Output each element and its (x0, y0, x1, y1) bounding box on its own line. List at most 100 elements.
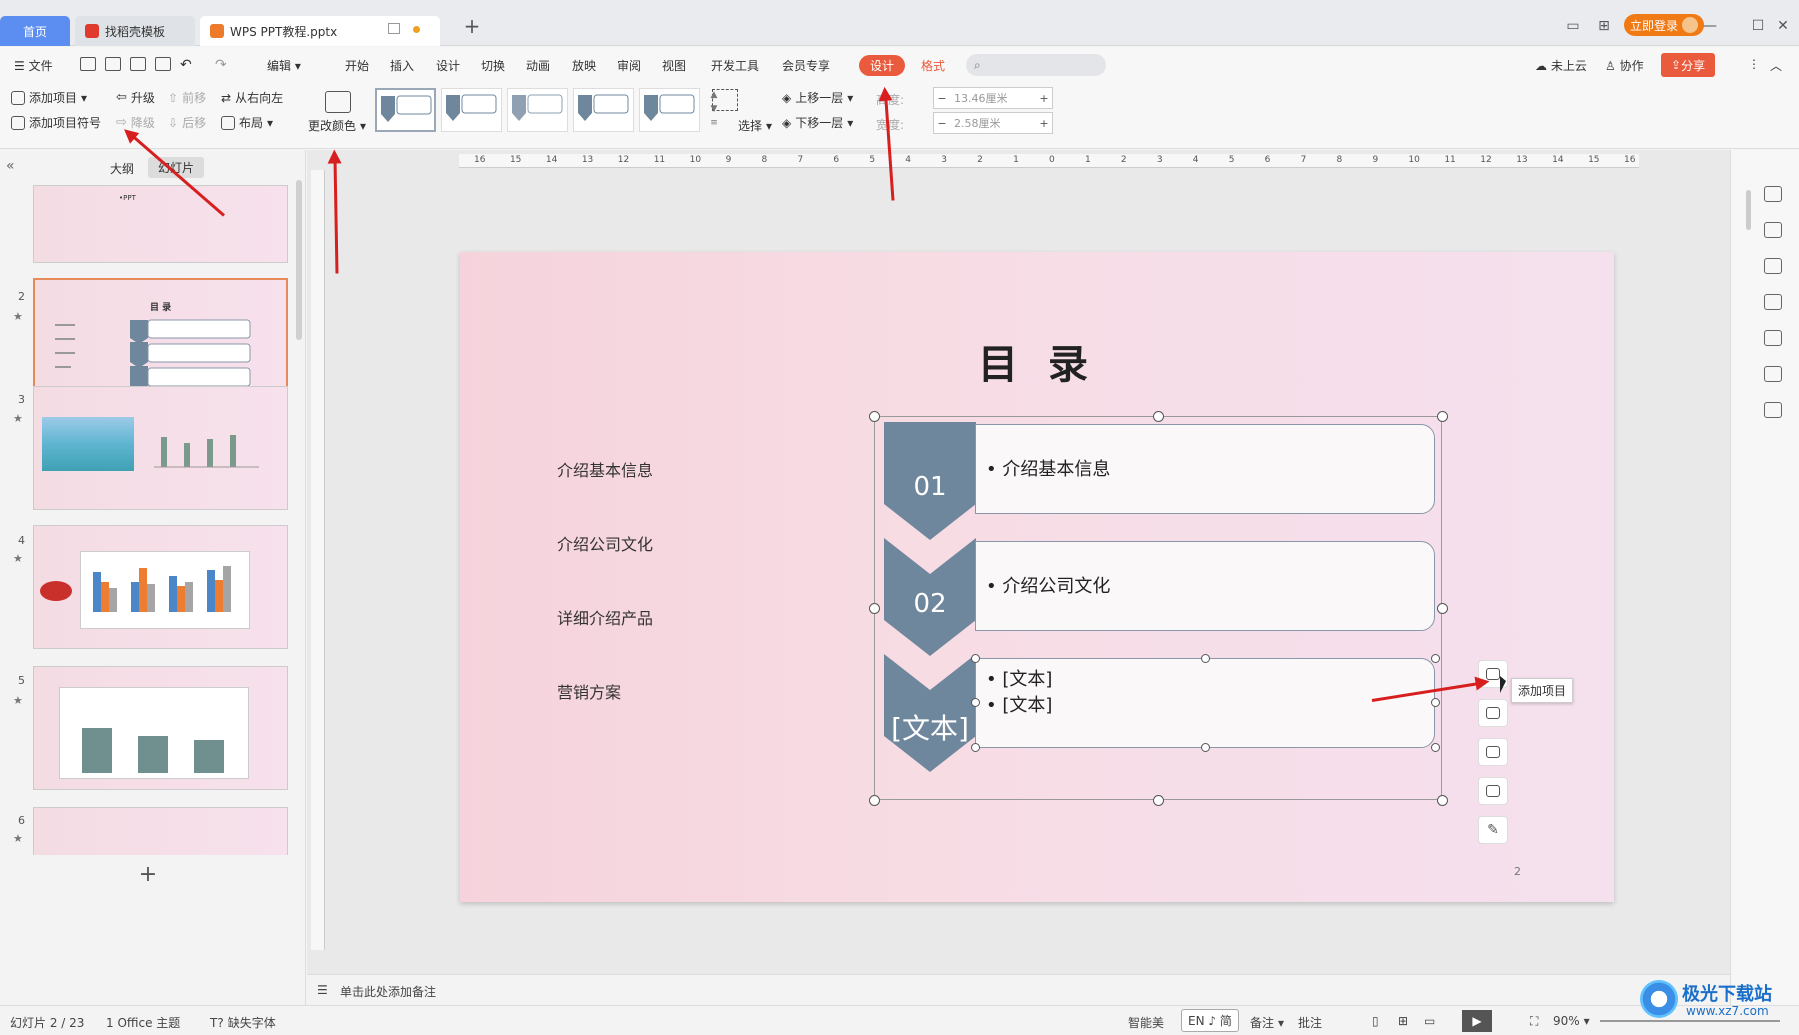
bring-forward-button[interactable]: ◈ 上移一层 ▾ (782, 89, 853, 106)
height-plus-button[interactable]: + (1036, 92, 1052, 105)
left-item-4[interactable]: 营销方案 (557, 679, 621, 703)
menu-animation[interactable]: 动画 (526, 57, 550, 74)
height-field[interactable]: −13.46厘米 + (933, 87, 1053, 109)
grid-view-icon[interactable]: ⊞ (1398, 1014, 1408, 1028)
theme-name[interactable]: 1 Office 主题 (106, 1014, 180, 1031)
close-icon[interactable]: ✕ (1773, 16, 1793, 36)
redo-icon[interactable]: ↷ (215, 57, 227, 73)
tab-document[interactable]: WPS PPT教程.pptx (200, 16, 440, 46)
left-item-1[interactable]: 介绍基本信息 (557, 457, 653, 481)
collapse-panel-icon[interactable]: « (6, 158, 15, 174)
smartart-style-3[interactable] (507, 88, 568, 132)
comment-toggle[interactable]: 批注 (1298, 1014, 1322, 1031)
maximize-icon[interactable]: ☐ (1748, 16, 1768, 36)
smartart-style-2[interactable] (441, 88, 502, 132)
resize-handle-sw[interactable] (869, 795, 880, 806)
resize-handle-n[interactable] (1153, 411, 1164, 422)
layers-icon[interactable] (1764, 294, 1782, 310)
slide-thumb-6[interactable] (33, 807, 288, 857)
missing-font-button[interactable]: T? 缺失字体 (210, 1014, 276, 1031)
animation-icon[interactable] (1764, 186, 1782, 202)
apps-grid-icon[interactable]: ⊞ (1594, 16, 1614, 36)
upgrade-button[interactable]: ⇦ 升级 (116, 89, 155, 106)
resize-handle-nw[interactable] (869, 411, 880, 422)
location-icon[interactable] (1764, 366, 1782, 382)
cloud-status[interactable]: ☁ 未上云 (1535, 57, 1587, 74)
float-text-button[interactable] (1478, 777, 1508, 805)
fit-icon[interactable]: ⛶ (1530, 1014, 1538, 1029)
settings-sliders-icon[interactable] (1764, 222, 1782, 238)
ime-indicator[interactable]: EN ♪ 简 (1181, 1009, 1239, 1032)
resize-handle-e[interactable] (1437, 603, 1448, 614)
resize-handle-ne[interactable] (1437, 411, 1448, 422)
present-icon[interactable] (388, 23, 400, 34)
add-item-button[interactable]: 添加项目 ▾ (11, 89, 87, 106)
print-icon[interactable] (130, 57, 146, 71)
zoom-level[interactable]: 90% ▾ (1553, 1014, 1590, 1028)
add-slide-button[interactable]: + (0, 855, 296, 895)
panel-scrollbar[interactable] (296, 180, 302, 340)
smartart-style-4[interactable] (573, 88, 634, 132)
left-item-3[interactable]: 详细介绍产品 (557, 605, 653, 629)
slide-thumb-4[interactable] (33, 525, 288, 649)
smart-beautify-button[interactable]: 智能美 (1128, 1014, 1164, 1031)
undo-icon[interactable]: ↶ (180, 57, 192, 73)
notes-toggle[interactable]: 备注 ▾ (1250, 1014, 1284, 1031)
collab-button[interactable]: ♙ 协作 (1605, 57, 1644, 74)
float-layout-button[interactable] (1478, 699, 1508, 727)
shape-handle[interactable] (971, 698, 980, 707)
menu-devtools[interactable]: 开发工具 (711, 57, 759, 74)
shape-handle[interactable] (1201, 743, 1210, 752)
canvas-scrollbar[interactable] (1746, 190, 1751, 230)
rtl-button[interactable]: ⇄ 从右向左 (221, 89, 283, 106)
smartart-style-5[interactable] (639, 88, 700, 132)
style-gallery-scroll[interactable]: ▲ ▼ ≡ (707, 88, 721, 132)
menu-transition[interactable]: 切换 (481, 57, 505, 74)
menu-edit[interactable]: 编辑 ▾ (267, 57, 301, 74)
layout-button[interactable]: 布局 ▾ (221, 114, 273, 131)
minimize-icon[interactable]: — (1700, 16, 1720, 36)
change-color-button[interactable]: 更改颜色 ▾ (308, 117, 366, 134)
normal-view-icon[interactable]: ▯ (1372, 1014, 1379, 1028)
add-bullet-button[interactable]: 添加项目符号 (11, 114, 101, 131)
width-field[interactable]: −2.58厘米 + (933, 112, 1053, 134)
shape-handle[interactable] (1431, 698, 1440, 707)
menu-start[interactable]: 开始 (345, 57, 369, 74)
shape-handle[interactable] (1201, 654, 1210, 663)
login-button[interactable]: 立即登录 (1624, 14, 1705, 36)
more-icon[interactable]: ⋮ (1748, 57, 1760, 71)
resize-handle-se[interactable] (1437, 795, 1448, 806)
select-button[interactable]: 选择 ▾ (738, 117, 772, 134)
left-item-2[interactable]: 介绍公司文化 (557, 531, 653, 555)
move-back-button[interactable]: ⇩ 后移 (168, 114, 206, 131)
export-icon[interactable] (105, 57, 121, 71)
menu-format[interactable]: 格式 (921, 57, 945, 74)
menu-view[interactable]: 视图 (662, 57, 686, 74)
new-tab-button[interactable]: + (462, 14, 482, 38)
menu-slideshow[interactable]: 放映 (572, 57, 596, 74)
reading-view-icon[interactable]: ▭ (1424, 1014, 1435, 1028)
preview-icon[interactable] (155, 57, 171, 71)
float-brush-button[interactable]: ✎ (1478, 816, 1508, 844)
shape-handle[interactable] (971, 654, 980, 663)
width-plus-button[interactable]: + (1036, 117, 1052, 130)
menu-file[interactable]: ☰ 文件 (14, 57, 53, 74)
star-pin-icon[interactable] (1764, 258, 1782, 274)
move-forward-button[interactable]: ⇧ 前移 (168, 89, 206, 106)
slide[interactable]: 目 录 介绍基本信息 介绍公司文化 详细介绍产品 营销方案 01 02 [文本]… (460, 252, 1614, 902)
notes-bar[interactable]: ☰ 单击此处添加备注 (307, 974, 1730, 1005)
float-style-button[interactable] (1478, 738, 1508, 766)
resize-handle-s[interactable] (1153, 795, 1164, 806)
tab-template[interactable]: 找稻壳模板 (75, 16, 195, 46)
image-icon[interactable] (1764, 330, 1782, 346)
downgrade-button[interactable]: ⇨ 降级 (116, 114, 155, 131)
search-input[interactable]: ⌕ (966, 54, 1106, 76)
tab-outline[interactable]: 大纲 (110, 160, 134, 177)
book-icon[interactable] (1764, 402, 1782, 418)
layout-icon[interactable]: ▭ (1560, 16, 1586, 36)
shape-handle[interactable] (971, 743, 980, 752)
resize-handle-w[interactable] (869, 603, 880, 614)
collapse-ribbon-icon[interactable]: ︿ (1770, 57, 1782, 74)
smartart-style-1[interactable] (375, 88, 436, 132)
menu-member[interactable]: 会员专享 (782, 57, 830, 74)
